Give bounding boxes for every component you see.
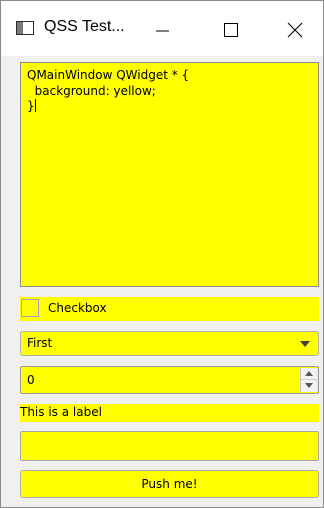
checkbox-label[interactable]: Checkbox xyxy=(48,301,107,315)
maximize-icon xyxy=(224,23,238,37)
maximize-button[interactable] xyxy=(207,1,253,56)
editor-line: } xyxy=(27,99,35,113)
main-window: QSS Test... QMainWindow QWidget * { back… xyxy=(0,0,324,508)
spin-box[interactable]: 0 xyxy=(20,366,319,394)
editor-line-with-caret: } xyxy=(27,99,189,115)
editor-content: QMainWindow QWidget * { background: yell… xyxy=(27,68,189,115)
close-icon xyxy=(287,22,303,38)
minimize-button[interactable] xyxy=(139,1,185,56)
checkbox-indicator[interactable] xyxy=(21,299,39,317)
spin-buttons xyxy=(300,368,317,392)
window-title: QSS Test... xyxy=(44,18,125,35)
spin-up-icon[interactable] xyxy=(301,368,317,380)
stylesheet-editor[interactable]: QMainWindow QWidget * { background: yell… xyxy=(20,62,319,287)
combo-selected-value: First xyxy=(27,336,53,350)
close-button[interactable] xyxy=(272,1,318,56)
combo-box[interactable]: First xyxy=(20,331,319,356)
chevron-down-icon[interactable] xyxy=(300,341,310,347)
editor-line: QMainWindow QWidget * { xyxy=(27,68,190,82)
push-button[interactable]: Push me! xyxy=(20,470,319,498)
minimize-icon xyxy=(156,30,169,32)
window-app-icon xyxy=(16,21,34,35)
spin-box-value[interactable]: 0 xyxy=(27,373,35,387)
label-row: This is a label xyxy=(20,404,319,422)
checkbox-row[interactable]: Checkbox xyxy=(20,297,319,321)
spin-down-icon[interactable] xyxy=(301,380,317,392)
line-edit-field[interactable] xyxy=(20,431,319,461)
editor-line: background: yellow; xyxy=(27,83,156,98)
title-bar[interactable]: QSS Test... xyxy=(1,1,323,56)
text-caret xyxy=(34,99,36,112)
info-label: This is a label xyxy=(20,405,102,419)
